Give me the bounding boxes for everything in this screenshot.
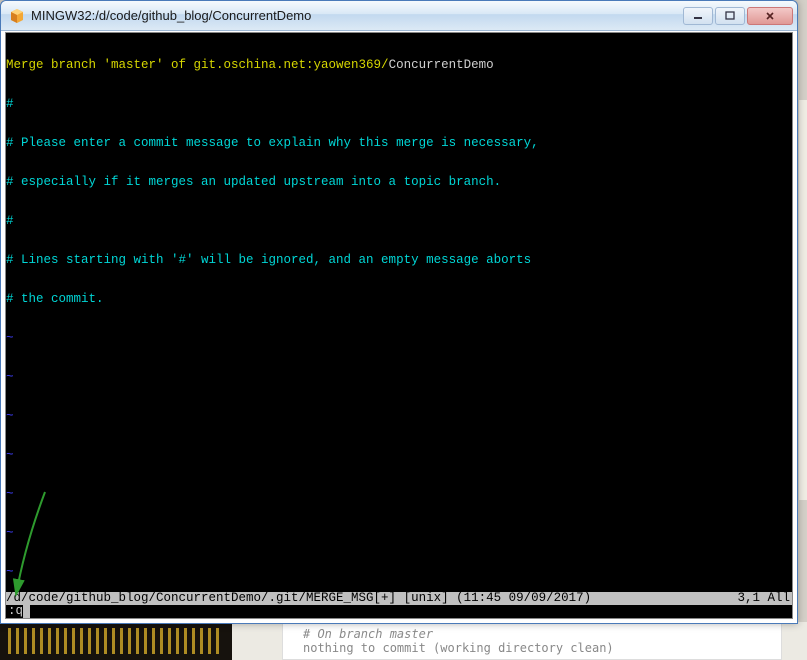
- vim-statusbar: /d/code/github_blog/ConcurrentDemo/.git/…: [6, 592, 792, 605]
- close-button[interactable]: [747, 7, 793, 25]
- bg-git-status: nothing to commit (working directory cle…: [303, 641, 761, 655]
- titlebar[interactable]: MINGW32:/d/code/github_blog/ConcurrentDe…: [1, 1, 797, 31]
- vim-tilde: ~: [6, 488, 792, 501]
- vim-tilde: ~: [6, 449, 792, 462]
- minimize-button[interactable]: [683, 7, 713, 25]
- cursor: [23, 605, 30, 618]
- vim-command-text: :q: [8, 604, 23, 618]
- minimize-icon: [693, 11, 703, 21]
- comment-line: #: [6, 215, 792, 228]
- comment-line: # Lines starting with '#' will be ignore…: [6, 254, 792, 267]
- comment-line: # especially if it merges an updated ups…: [6, 176, 792, 189]
- vim-tilde: ~: [6, 332, 792, 345]
- status-file-info: /d/code/github_blog/ConcurrentDemo/.git/…: [6, 592, 737, 605]
- vim-tilde: ~: [6, 527, 792, 540]
- app-icon: [9, 8, 25, 24]
- background-desktop-strip: # On branch master nothing to commit (wo…: [0, 622, 807, 660]
- maximize-button[interactable]: [715, 7, 745, 25]
- comment-line: # Please enter a commit message to expla…: [6, 137, 792, 150]
- background-thumbnail: [0, 622, 232, 660]
- bg-git-comment: # On branch master: [303, 627, 761, 641]
- vim-command-line[interactable]: :q: [6, 605, 792, 618]
- status-position: 3,1 All: [737, 592, 792, 605]
- terminal-area[interactable]: Merge branch 'master' of git.oschina.net…: [5, 32, 793, 619]
- vim-tilde: ~: [6, 566, 792, 579]
- editor-content[interactable]: Merge branch 'master' of git.oschina.net…: [6, 33, 792, 592]
- window-controls: [683, 7, 793, 25]
- maximize-icon: [725, 11, 735, 21]
- vim-tilde: ~: [6, 410, 792, 423]
- window-title: MINGW32:/d/code/github_blog/ConcurrentDe…: [31, 8, 683, 23]
- merge-msg-prefix: Merge branch 'master' of git.oschina.net…: [6, 58, 389, 72]
- vim-tilde: ~: [6, 371, 792, 384]
- background-card: # On branch master nothing to commit (wo…: [282, 622, 782, 660]
- comment-line: # the commit.: [6, 293, 792, 306]
- close-icon: [765, 11, 775, 21]
- background-sliver: [799, 100, 807, 500]
- terminal-window: MINGW32:/d/code/github_blog/ConcurrentDe…: [0, 0, 798, 624]
- comment-line: #: [6, 98, 792, 111]
- merge-msg-suffix: ConcurrentDemo: [389, 58, 494, 72]
